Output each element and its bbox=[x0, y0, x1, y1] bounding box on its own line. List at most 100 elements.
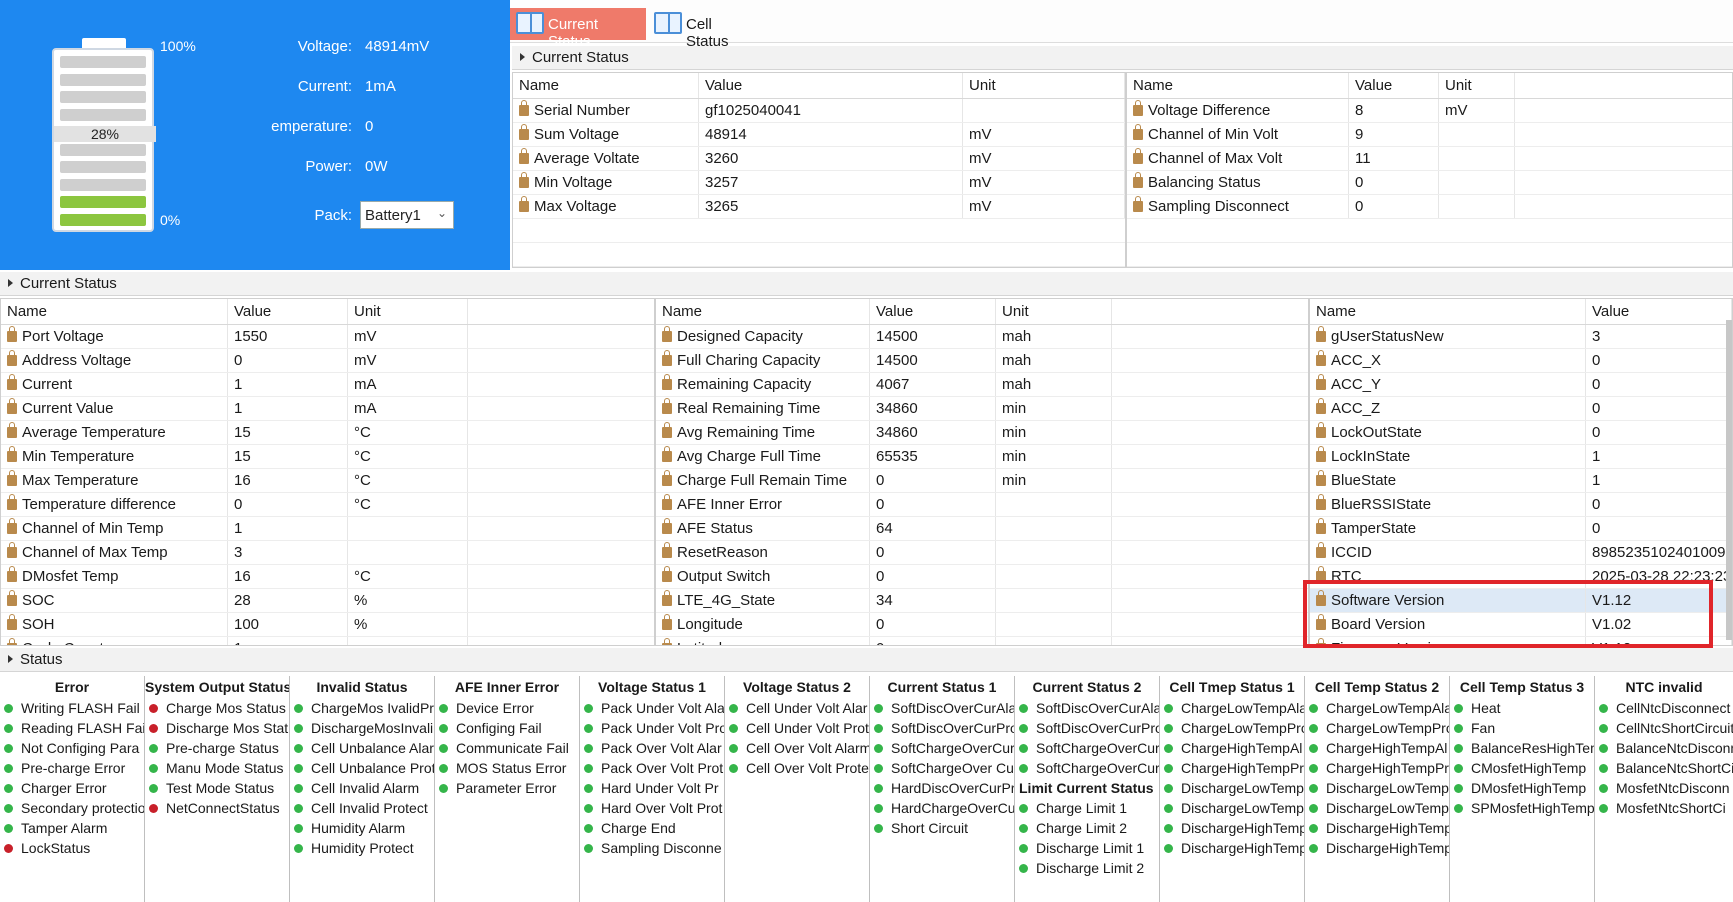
expand-arrow-icon bbox=[8, 279, 13, 287]
table-row[interactable]: Channel of Min Temp 1 bbox=[1, 517, 654, 541]
status-item: Discharge Limit 2 bbox=[1015, 858, 1159, 878]
table-row[interactable]: Channel of Min Volt 9 bbox=[1127, 123, 1732, 147]
table-row[interactable]: SOH 100% bbox=[1, 613, 654, 637]
column-header[interactable]: Name bbox=[1310, 299, 1586, 324]
status-item: Heat bbox=[1450, 698, 1594, 718]
table-row[interactable]: ResetReason 0 bbox=[656, 541, 1308, 565]
table-row[interactable]: Balancing Status 0 bbox=[1127, 171, 1732, 195]
table-row[interactable]: TamperState 0 bbox=[1310, 517, 1732, 541]
table-row[interactable]: Address Voltage 0 mV bbox=[1, 349, 654, 373]
table-row[interactable]: Average Temperature 15 °C bbox=[1, 421, 654, 445]
table-row[interactable]: Avg Remaining Time 34860 min bbox=[656, 421, 1308, 445]
top-section-header[interactable]: Current Status bbox=[512, 46, 1733, 70]
column-header[interactable]: Value bbox=[1586, 299, 1732, 324]
table-row[interactable]: LockInState 1 bbox=[1310, 445, 1732, 469]
status-item: SoftDiscOverCurAla bbox=[1015, 698, 1159, 718]
table-row[interactable]: BlueRSSIState 0 bbox=[1310, 493, 1732, 517]
tab-cell-status[interactable]: Cell Status bbox=[648, 8, 758, 50]
column-header[interactable]: Name bbox=[656, 299, 870, 324]
table-row[interactable]: ICCID 89852351024010095 bbox=[1310, 541, 1732, 565]
middle-grid-1: Name Value Unit Port Voltage 1550 mV Address V… bbox=[0, 298, 655, 646]
table-row[interactable]: Max Voltage 3265 mV bbox=[513, 195, 1125, 219]
table-row[interactable]: Max Temperature 16 °C bbox=[1, 469, 654, 493]
column-header[interactable]: Unit bbox=[963, 73, 1125, 98]
grid-header-row: Name Value Unit bbox=[1, 299, 654, 325]
status-item: DMosfetHighTemp bbox=[1450, 778, 1594, 798]
status-item: DischargeLowTemp bbox=[1305, 798, 1449, 818]
table-row[interactable]: Average Voltate 3260 mV bbox=[513, 147, 1125, 171]
table-row[interactable]: SOC 28% bbox=[1, 589, 654, 613]
status-column: Current Status 1 SoftDiscOverCurAla SoftDi… bbox=[870, 676, 1015, 902]
status-indicator-icon bbox=[1599, 784, 1608, 793]
table-row[interactable]: Sum Voltage 48914 mV bbox=[513, 123, 1125, 147]
table-row[interactable]: Min Voltage 3257 mV bbox=[513, 171, 1125, 195]
table-row[interactable]: Min Temperature 15 °C bbox=[1, 445, 654, 469]
column-header[interactable]: Unit bbox=[996, 299, 1112, 324]
middle-section-header[interactable]: Current Status bbox=[0, 272, 1733, 296]
table-row[interactable]: Cycle Count 1 bbox=[1, 637, 654, 645]
table-row[interactable]: Port Voltage 1550 mV bbox=[1, 325, 654, 349]
top-right-grid: Name Value Unit Voltage Difference 8 mV Channe… bbox=[1126, 72, 1733, 268]
table-row[interactable]: Latitude 0 bbox=[656, 637, 1308, 645]
table-row[interactable]: LTE_4G_State 34 bbox=[656, 589, 1308, 613]
column-header[interactable]: Unit bbox=[348, 299, 468, 324]
table-row[interactable]: Temperature difference 0 °C bbox=[1, 493, 654, 517]
row-value: 0 bbox=[1586, 517, 1732, 540]
column-header[interactable]: Name bbox=[1, 299, 228, 324]
column-header[interactable]: Unit bbox=[1439, 73, 1515, 98]
table-row[interactable]: Voltage Difference 8 mV bbox=[1127, 99, 1732, 123]
status-item-label: Device Error bbox=[456, 700, 534, 716]
table-row[interactable]: ACC_X 0 bbox=[1310, 349, 1732, 373]
table-row[interactable]: Charge Full Remain Time 0 min bbox=[656, 469, 1308, 493]
status-item-label: Charger Error bbox=[21, 780, 107, 796]
vertical-scrollbar[interactable] bbox=[1726, 320, 1732, 640]
table-row[interactable]: Channel of Max Volt 11 bbox=[1127, 147, 1732, 171]
table-row[interactable]: ACC_Y 0 bbox=[1310, 373, 1732, 397]
table-row[interactable]: Avg Charge Full Time 65535 min bbox=[656, 445, 1308, 469]
current-value: 1mA bbox=[365, 78, 396, 95]
table-row[interactable]: gUserStatusNew 3 bbox=[1310, 325, 1732, 349]
table-row[interactable]: AFE Inner Error 0 bbox=[656, 493, 1308, 517]
status-item-label: BalanceResHighTem bbox=[1471, 740, 1594, 756]
table-row[interactable]: DMosfet Temp 16 °C bbox=[1, 565, 654, 589]
row-unit: °C bbox=[348, 493, 468, 516]
column-header[interactable]: Value bbox=[228, 299, 348, 324]
status-item: NetConnectStatus bbox=[145, 798, 289, 818]
table-row[interactable]: AFE Status 64 bbox=[656, 517, 1308, 541]
pack-select[interactable]: Battery1 ⌄ bbox=[360, 201, 454, 229]
column-header[interactable]: Name bbox=[513, 73, 699, 98]
status-indicator-icon bbox=[149, 744, 158, 753]
table-row[interactable]: Full Charing Capacity 14500 mah bbox=[656, 349, 1308, 373]
table-row[interactable]: Longitude 0 bbox=[656, 613, 1308, 637]
table-row[interactable]: Serial Number gf1025040041 bbox=[513, 99, 1125, 123]
column-header[interactable]: Value bbox=[699, 73, 963, 98]
table-row[interactable]: Remaining Capacity 4067 mah bbox=[656, 373, 1308, 397]
table-row[interactable]: LockOutState 0 bbox=[1310, 421, 1732, 445]
table-row[interactable]: Real Remaining Time 34860 min bbox=[656, 397, 1308, 421]
table-row[interactable]: ACC_Z 0 bbox=[1310, 397, 1732, 421]
column-header[interactable]: Name bbox=[1127, 73, 1349, 98]
lock-icon bbox=[662, 326, 672, 342]
lock-icon bbox=[7, 494, 17, 510]
status-indicator-icon bbox=[1454, 804, 1463, 813]
table-row[interactable]: Channel of Max Temp 3 bbox=[1, 541, 654, 565]
row-name: Max Temperature bbox=[1, 469, 228, 492]
column-header[interactable]: Value bbox=[870, 299, 996, 324]
row-unit: mA bbox=[348, 397, 468, 420]
status-item-label: CellNtcDisconnect bbox=[1616, 700, 1731, 716]
column-header[interactable]: Value bbox=[1349, 73, 1439, 98]
status-item-label: SoftChargeOverCur bbox=[891, 740, 1014, 756]
status-section-header[interactable]: Status bbox=[0, 648, 1733, 672]
temperature-label: emperature: bbox=[271, 118, 352, 135]
table-row[interactable]: Sampling Disconnect 0 bbox=[1127, 195, 1732, 219]
tab-current-status[interactable]: Current Status bbox=[510, 8, 646, 50]
table-row[interactable]: Output Switch 0 bbox=[656, 565, 1308, 589]
table-row[interactable]: BlueState 1 bbox=[1310, 469, 1732, 493]
row-name-text: BlueRSSIState bbox=[1331, 496, 1432, 513]
table-row[interactable]: Current 1 mA bbox=[1, 373, 654, 397]
table-row[interactable]: Designed Capacity 14500 mah bbox=[656, 325, 1308, 349]
status-item-label: BalanceNtcDisconn bbox=[1616, 740, 1733, 756]
table-row[interactable]: Current Value 1 mA bbox=[1, 397, 654, 421]
status-item-label: MosfetNtcShortCi bbox=[1616, 800, 1726, 816]
status-item: DischargeHighTemp bbox=[1305, 818, 1449, 838]
